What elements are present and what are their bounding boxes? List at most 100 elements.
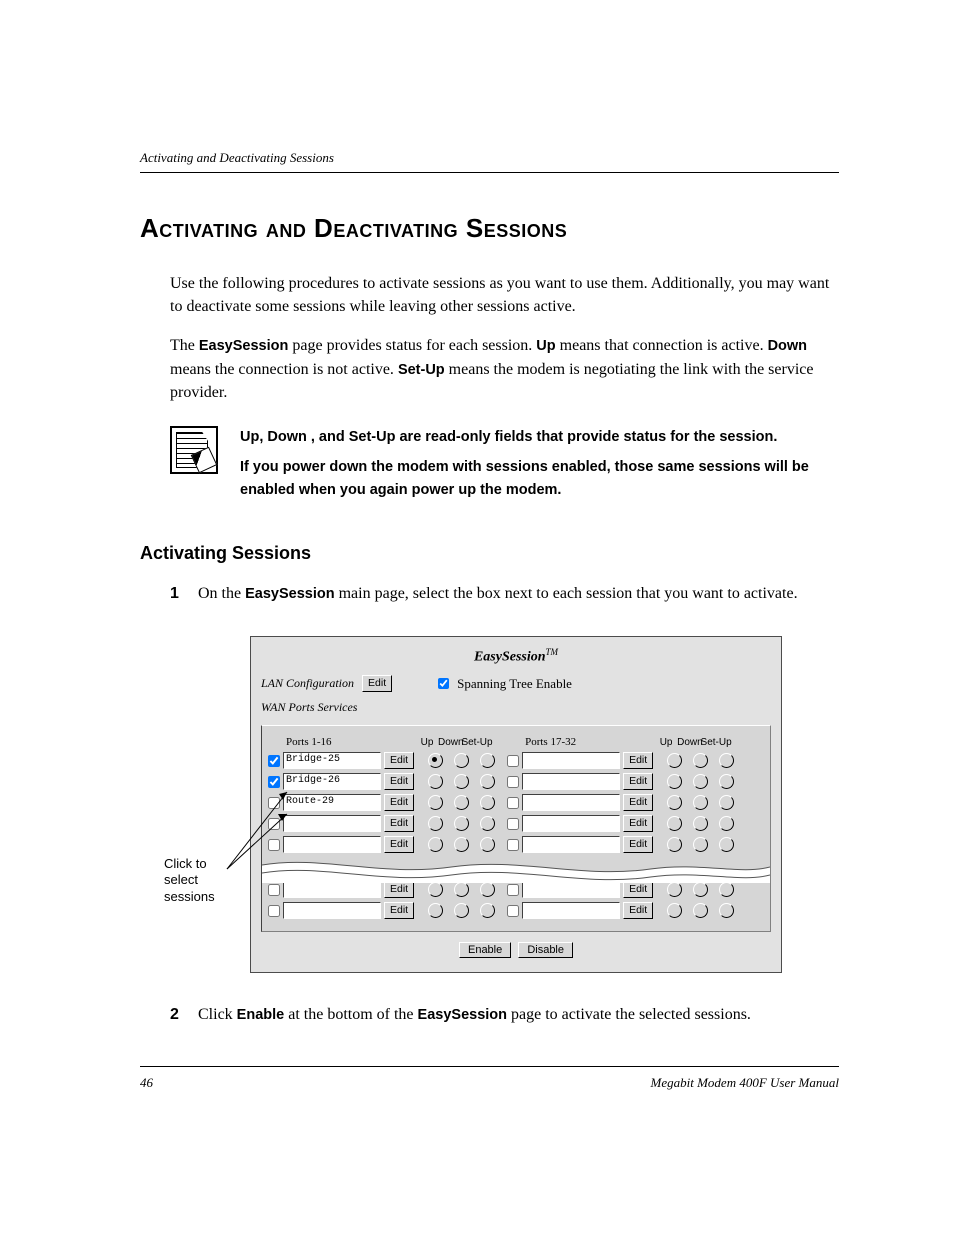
session-name-input[interactable] <box>522 902 620 919</box>
edit-button[interactable]: Edit <box>623 794 653 811</box>
port-row: Edit <box>507 815 738 832</box>
session-name-input[interactable] <box>522 815 620 832</box>
session-name-input[interactable]: Bridge-26 <box>283 773 381 790</box>
session-checkbox[interactable] <box>268 776 280 788</box>
session-name-input[interactable] <box>283 836 381 853</box>
term-up: Up <box>536 338 555 354</box>
session-checkbox[interactable] <box>507 818 519 830</box>
edit-button[interactable]: Edit <box>623 815 653 832</box>
ports-1-16-label: Ports 1-16 <box>286 736 386 748</box>
page-number: 46 <box>140 1075 153 1091</box>
spanning-tree-label: Spanning Tree Enable <box>457 676 572 692</box>
status-up-radio <box>667 837 682 852</box>
session-name-input[interactable] <box>283 881 381 898</box>
status-down-radio <box>454 903 469 918</box>
ports-col-1-16: Ports 1-16 Up Down Set-Up Bridge-25EditB… <box>268 734 499 857</box>
session-checkbox[interactable] <box>507 905 519 917</box>
col-up: Up <box>416 737 438 748</box>
session-name-input[interactable] <box>283 815 381 832</box>
session-checkbox[interactable] <box>268 839 280 851</box>
edit-button[interactable]: Edit <box>384 902 414 919</box>
note-line-1: Up, Down , and Set-Up are read-only fiel… <box>240 426 839 448</box>
ports-col-17-32: Ports 17-32 Up Down Set-Up EditEditEditE… <box>507 734 738 857</box>
status-up-radio <box>667 816 682 831</box>
session-checkbox[interactable] <box>268 797 280 809</box>
session-name-input[interactable] <box>522 836 620 853</box>
status-setup-radio <box>719 837 734 852</box>
status-down-radio <box>454 816 469 831</box>
text: On the <box>198 585 245 602</box>
status-setup-radio <box>480 837 495 852</box>
edit-button[interactable]: Edit <box>384 752 414 769</box>
session-checkbox[interactable] <box>268 755 280 767</box>
port-row: Edit <box>507 794 738 811</box>
edit-button[interactable]: Edit <box>623 881 653 898</box>
status-setup-radio <box>719 903 734 918</box>
session-checkbox[interactable] <box>507 884 519 896</box>
status-up-radio <box>428 837 443 852</box>
status-down-radio <box>454 837 469 852</box>
port-row: Edit <box>268 902 499 919</box>
figure-easysession: Click to select sessions EasySessionTM L… <box>140 636 839 974</box>
status-down-radio <box>454 795 469 810</box>
status-down-radio <box>454 882 469 897</box>
session-checkbox[interactable] <box>268 818 280 830</box>
status-up-radio <box>428 816 443 831</box>
intro-para-2: The EasySession page provides status for… <box>140 334 839 404</box>
session-name-input[interactable] <box>522 773 620 790</box>
status-up-radio <box>428 795 443 810</box>
status-setup-radio <box>480 795 495 810</box>
edit-button[interactable]: Edit <box>384 773 414 790</box>
edit-button[interactable]: Edit <box>384 881 414 898</box>
edit-button[interactable]: Edit <box>384 836 414 853</box>
session-name-input[interactable] <box>522 752 620 769</box>
term-easysession: EasySession <box>245 586 334 602</box>
subsection-title: Activating Sessions <box>140 543 839 564</box>
edit-button[interactable]: Edit <box>623 752 653 769</box>
session-checkbox[interactable] <box>507 839 519 851</box>
status-setup-radio <box>719 816 734 831</box>
port-row: Edit <box>268 815 499 832</box>
col-up: Up <box>655 737 677 748</box>
edit-button[interactable]: Edit <box>623 836 653 853</box>
note-text: Up, Down , and Set-Up are read-only fiel… <box>240 426 839 509</box>
edit-button[interactable]: Edit <box>623 773 653 790</box>
session-checkbox[interactable] <box>507 776 519 788</box>
edit-button[interactable]: Edit <box>362 675 392 692</box>
status-setup-radio <box>480 753 495 768</box>
session-checkbox[interactable] <box>268 884 280 896</box>
text: The <box>170 337 199 354</box>
session-checkbox[interactable] <box>507 755 519 767</box>
spanning-tree-checkbox[interactable] <box>438 678 449 689</box>
text: page provides status for each session. <box>288 337 536 354</box>
fig-title-text: EasySession <box>474 649 546 664</box>
page-footer: 46 Megabit Modem 400F User Manual <box>140 1066 839 1091</box>
enable-button[interactable]: Enable <box>459 942 511 958</box>
session-name-input[interactable]: Route-29 <box>283 794 381 811</box>
port-row: Edit <box>507 752 738 769</box>
port-row: Route-29Edit <box>268 794 499 811</box>
status-down-radio <box>693 795 708 810</box>
term-down: Down <box>768 338 807 354</box>
status-down-radio <box>693 882 708 897</box>
status-setup-radio <box>719 882 734 897</box>
status-up-radio <box>428 903 443 918</box>
status-setup-radio <box>480 903 495 918</box>
edit-button[interactable]: Edit <box>384 815 414 832</box>
page-title: Activating and Deactivating Sessions <box>140 213 839 244</box>
status-setup-radio <box>480 774 495 789</box>
col-setup: Set-Up <box>460 737 494 748</box>
session-name-input[interactable] <box>522 881 620 898</box>
disable-button[interactable]: Disable <box>518 942 573 958</box>
edit-button[interactable]: Edit <box>384 794 414 811</box>
session-name-input[interactable]: Bridge-25 <box>283 752 381 769</box>
session-checkbox[interactable] <box>268 905 280 917</box>
text: main page, select the box next to each s… <box>335 585 798 602</box>
status-up-radio <box>667 903 682 918</box>
session-checkbox[interactable] <box>507 797 519 809</box>
edit-button[interactable]: Edit <box>623 902 653 919</box>
session-name-input[interactable] <box>283 902 381 919</box>
step-number: 1 <box>170 582 182 605</box>
session-name-input[interactable] <box>522 794 620 811</box>
port-row: Edit <box>268 881 499 898</box>
